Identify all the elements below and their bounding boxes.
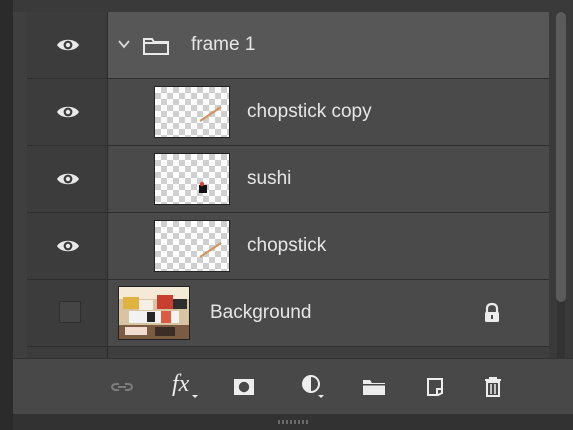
chopstick-thumbnail (154, 86, 230, 138)
new-layer-icon (427, 378, 443, 396)
eye-icon[interactable] (56, 37, 80, 53)
layers-toolbar: fx (13, 358, 573, 415)
folder-icon (143, 38, 169, 55)
mask-icon (234, 379, 254, 395)
add-layer-style-button[interactable]: fx (169, 373, 203, 401)
layer-name: chopstick copy (247, 101, 372, 122)
layers-panel: frame 1 chopstick copy sushi chopstick B… (13, 0, 573, 430)
new-group-button[interactable] (357, 373, 391, 401)
link-icon (110, 383, 134, 391)
layer-name: chopstick (247, 235, 327, 256)
layer-row-chopstick-copy[interactable]: chopstick copy (27, 79, 557, 146)
folder-icon (363, 380, 385, 395)
layer-name: sushi (247, 168, 292, 189)
layer-row-frame-1[interactable]: frame 1 (27, 12, 557, 79)
eye-icon[interactable] (56, 104, 80, 120)
scroll-thumb[interactable] (556, 12, 566, 302)
delete-layer-button[interactable] (476, 373, 510, 401)
layer-name: frame 1 (191, 34, 256, 55)
lock-icon (485, 302, 499, 322)
layer-content (108, 12, 557, 78)
panel-top-edge (13, 0, 573, 12)
chopstick-thumbnail (154, 220, 230, 272)
eye-icon[interactable] (56, 238, 80, 254)
layer-row-chopstick[interactable]: chopstick (27, 213, 557, 280)
new-fill-adjustment-button[interactable] (297, 373, 331, 401)
layer-row-background[interactable]: Background (27, 280, 557, 347)
link-layers-button[interactable] (105, 373, 139, 401)
layer-name: Background (210, 302, 312, 323)
visibility-toggle-off[interactable] (59, 301, 81, 323)
background-thumbnail (118, 286, 190, 340)
layers-list: frame 1 chopstick copy sushi chopstick B… (27, 12, 557, 370)
trash-icon (485, 377, 501, 397)
sushi-thumbnail (154, 153, 230, 205)
vertical-scrollbar[interactable] (549, 12, 573, 358)
chevron-down-icon[interactable] (118, 39, 130, 49)
fx-icon: fx (172, 373, 198, 398)
layer-row-sushi[interactable]: sushi (27, 146, 557, 213)
add-mask-button[interactable] (227, 373, 261, 401)
adjustment-icon (302, 375, 324, 398)
resize-grip[interactable] (278, 420, 308, 424)
new-layer-button[interactable] (418, 373, 452, 401)
svg-text:fx: fx (172, 373, 190, 397)
eye-icon[interactable] (56, 171, 80, 187)
